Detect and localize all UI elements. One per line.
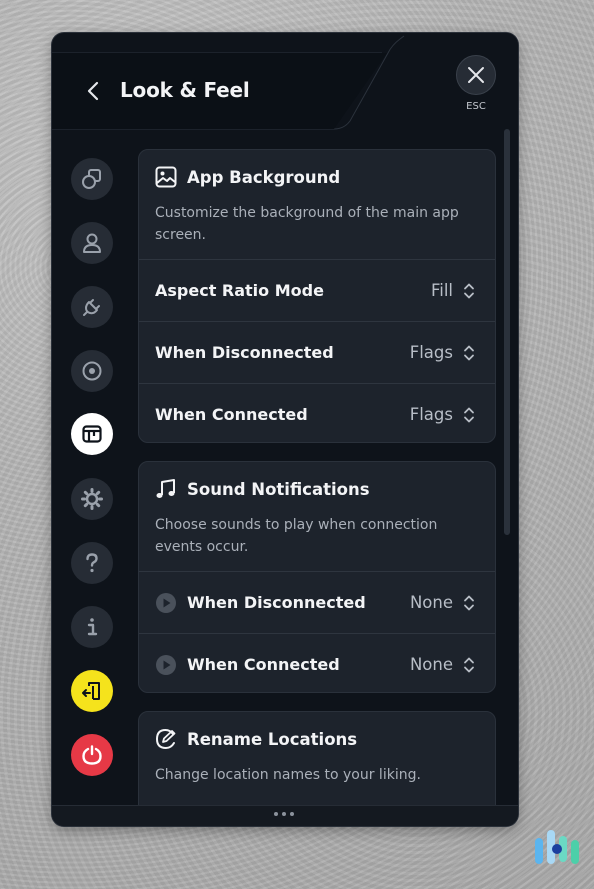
card-description: Customize the background of the main app… <box>155 205 459 243</box>
chevron-left-icon <box>87 81 99 101</box>
power-icon <box>82 745 102 765</box>
settings-window: Look & Feel ESC App Background Customize… <box>52 33 518 826</box>
sidebar-item-logout[interactable] <box>71 670 113 712</box>
row-label: When Disconnected <box>155 343 334 362</box>
music-note-icon <box>156 479 175 498</box>
gear-icon <box>81 488 103 510</box>
sidebar-item-account[interactable] <box>71 222 113 264</box>
row-value: None <box>409 655 453 674</box>
chevron-updown-icon <box>464 345 474 361</box>
play-icon[interactable] <box>155 592 177 614</box>
shapes-icon <box>82 169 101 189</box>
card-title: App Background <box>187 167 341 187</box>
background-disconnected-select[interactable]: When Disconnected Flags <box>139 321 495 384</box>
question-icon <box>86 553 98 573</box>
settings-sidebar <box>52 133 136 813</box>
drag-handle-icon[interactable] <box>274 812 294 816</box>
info-icon <box>87 618 98 636</box>
sidebar-item-connection[interactable] <box>71 286 113 328</box>
app-background-card: App Background Customize the background … <box>138 149 496 443</box>
close-button[interactable] <box>456 55 496 95</box>
settings-content: App Background Customize the background … <box>138 149 496 805</box>
sound-notifications-card: Sound Notifications Choose sounds to pla… <box>138 461 496 693</box>
chevron-updown-icon <box>464 595 474 611</box>
row-value: None <box>409 593 453 612</box>
resize-footer[interactable] <box>52 805 518 826</box>
card-title: Rename Locations <box>187 729 358 749</box>
sidebar-item-quit[interactable] <box>71 734 113 776</box>
sidebar-item-help[interactable] <box>71 542 113 584</box>
watermark-logo <box>535 830 579 864</box>
chevron-updown-icon <box>464 407 474 423</box>
rename-locations-header: Rename Locations <box>155 727 357 751</box>
row-label: When Connected <box>155 405 308 424</box>
row-label: When Disconnected <box>187 593 366 612</box>
row-value: Fill <box>430 281 453 300</box>
row-label: Aspect Ratio Mode <box>155 281 324 300</box>
window-icon <box>82 425 102 443</box>
user-icon <box>83 233 101 253</box>
sidebar-item-look-and-feel[interactable] <box>71 413 113 455</box>
rename-locations-card[interactable]: Rename Locations Change location names t… <box>138 711 496 805</box>
plug-icon <box>83 299 100 316</box>
close-icon <box>468 67 484 83</box>
scrollbar[interactable] <box>504 129 510 535</box>
rename-icon <box>155 728 176 750</box>
aspect-ratio-mode-select[interactable]: Aspect Ratio Mode Fill <box>139 259 495 322</box>
card-description: Change location names to your liking. <box>155 767 421 783</box>
page-title: Look & Feel <box>120 78 250 102</box>
sidebar-item-general[interactable] <box>71 478 113 520</box>
esc-hint: ESC <box>466 101 486 112</box>
back-button[interactable] <box>82 79 106 103</box>
sidebar-item-split-tunneling[interactable] <box>71 158 113 200</box>
app-background-header: App Background <box>155 165 340 189</box>
play-icon[interactable] <box>155 654 177 676</box>
card-title: Sound Notifications <box>187 479 370 499</box>
sound-notifications-header: Sound Notifications <box>155 477 370 501</box>
sound-disconnected-select[interactable]: When Disconnected None <box>139 571 495 634</box>
row-label: When Connected <box>187 655 340 674</box>
image-icon <box>155 166 177 188</box>
sidebar-item-preferences[interactable] <box>71 350 113 392</box>
target-icon <box>82 361 102 381</box>
card-description: Choose sounds to play when connection ev… <box>155 517 438 555</box>
chevron-updown-icon <box>464 657 474 673</box>
background-connected-select[interactable]: When Connected Flags <box>139 383 495 446</box>
sound-connected-select[interactable]: When Connected None <box>139 633 495 696</box>
exit-icon <box>82 682 100 700</box>
chevron-updown-icon <box>464 283 474 299</box>
row-value: Flags <box>409 405 453 424</box>
row-value: Flags <box>409 343 453 362</box>
sidebar-item-about[interactable] <box>71 606 113 648</box>
